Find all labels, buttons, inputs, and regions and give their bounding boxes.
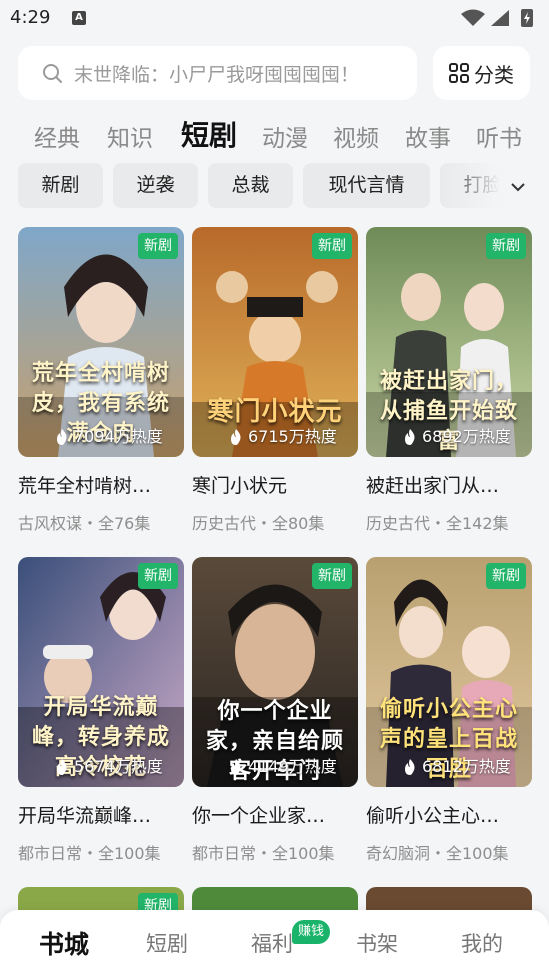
poster[interactable]: 新剧 寒门小状元 6715万热度: [192, 227, 358, 457]
drama-meta: 历史古代・全142集: [366, 514, 509, 533]
poster[interactable]: 新剧 荒年全村啃树皮，我有系统满仓肉 7094万热度: [18, 227, 184, 457]
drama-card[interactable]: 新剧 寒门小状元 6715万热度 寒门小状元 历史古代・全80集: [192, 227, 358, 534]
chevron-down-icon[interactable]: [502, 175, 532, 199]
tab-video[interactable]: 视频: [333, 119, 379, 153]
drama-card[interactable]: 新剧 被赶出家门，从捕鱼开始致富 6892万热度 被赶出家门从… 历史古代・全1…: [366, 227, 532, 534]
drama-title[interactable]: 开局华流巅峰…: [18, 801, 178, 828]
category-label: 分类: [474, 63, 514, 87]
nav-bookshelf[interactable]: 书架: [356, 928, 398, 958]
chip-modern-romance[interactable]: 现代言情: [303, 163, 430, 208]
drama-meta: 奇幻脑洞・全100集: [366, 844, 509, 863]
drama-title[interactable]: 被赶出家门从…: [366, 471, 526, 498]
search-bar[interactable]: 末世降临：小尸尸我呀囤囤囤囤！: [18, 46, 417, 100]
search-placeholder: 末世降临：小尸尸我呀囤囤囤囤！: [74, 64, 360, 86]
tab-classic[interactable]: 经典: [34, 119, 80, 153]
heat-count: 7094万热度: [74, 427, 163, 446]
drama-title[interactable]: 偷听小公主心…: [366, 801, 526, 828]
nav-bookstore[interactable]: 书城: [39, 925, 89, 961]
tab-story[interactable]: 故事: [405, 119, 451, 153]
drama-card[interactable]: 新剧 荒年全村啃树皮，我有系统满仓肉 7094万热度 荒年全村啃树… 古风权谋・…: [18, 227, 184, 534]
poster[interactable]: 新剧 被赶出家门，从捕鱼开始致富 6892万热度: [366, 227, 532, 457]
nav-short-drama[interactable]: 短剧: [146, 928, 188, 958]
tab-short-drama[interactable]: 短剧: [181, 114, 237, 154]
search-icon: [43, 64, 62, 83]
status-time: 4:29: [10, 7, 51, 28]
heat-count: 4149万热度: [248, 757, 337, 776]
status-bar: 4:29 A: [0, 0, 549, 36]
flame-icon: [231, 429, 241, 445]
nav-me[interactable]: 我的: [461, 928, 503, 958]
new-badge: 新剧: [138, 563, 178, 589]
poster[interactable]: 新剧 开局华流巅峰，转身养成高冷校花 5674万热度: [18, 557, 184, 787]
new-badge: 新剧: [312, 233, 352, 259]
earn-badge: 赚钱: [292, 920, 331, 944]
wifi-icon: [461, 9, 485, 26]
chip-ceo[interactable]: 总裁: [208, 163, 293, 208]
drama-card[interactable]: 新剧 你一个企业家，亲自给顾客开车门 4149万热度 你一个企业家… 都市日常・…: [192, 557, 358, 864]
nav-benefits[interactable]: 福利: [251, 928, 293, 958]
bottom-nav: 书城 短剧 福利 书架 我的: [0, 910, 549, 977]
drama-title[interactable]: 寒门小状元: [192, 471, 352, 498]
main-tabs: 经典 知识 短剧 动漫 视频 故事 听书: [0, 112, 549, 160]
drama-title[interactable]: 你一个企业家…: [192, 801, 352, 828]
new-badge: 新剧: [138, 233, 178, 259]
chip-comeback[interactable]: 逆袭: [113, 163, 198, 208]
drama-card[interactable]: 新剧 偷听小公主心声的皇上百战百胜 6812万热度 偷听小公主心… 奇幻脑洞・全…: [366, 557, 532, 864]
tab-audiobook[interactable]: 听书: [476, 119, 522, 153]
flame-icon: [57, 759, 67, 775]
flame-icon: [405, 429, 415, 445]
heat-count: 6812万热度: [422, 757, 511, 776]
flame-icon: [57, 429, 67, 445]
new-badge: 新剧: [486, 563, 526, 589]
heat-count: 6892万热度: [422, 427, 511, 446]
drama-meta: 都市日常・全100集: [192, 844, 335, 863]
grid-icon: [449, 63, 469, 83]
drama-meta: 历史古代・全80集: [192, 514, 325, 533]
drama-title[interactable]: 荒年全村啃树…: [18, 471, 178, 498]
drama-meta: 都市日常・全100集: [18, 844, 161, 863]
genre-chips: 新剧 逆袭 总裁 现代言情 打脸: [0, 163, 500, 209]
chip-new[interactable]: 新剧: [18, 163, 103, 208]
status-icons: [461, 9, 533, 27]
category-button[interactable]: 分类: [433, 46, 530, 100]
poster[interactable]: 新剧 偷听小公主心声的皇上百战百胜 6812万热度: [366, 557, 532, 787]
heat-count: 6715万热度: [248, 427, 337, 446]
heat-count: 5674万热度: [74, 757, 163, 776]
flame-icon: [405, 759, 415, 775]
new-badge: 新剧: [312, 563, 352, 589]
tab-anime[interactable]: 动漫: [262, 119, 308, 153]
tab-knowledge[interactable]: 知识: [107, 119, 153, 153]
drama-card[interactable]: 新剧 开局华流巅峰，转身养成高冷校花 5674万热度 开局华流巅峰… 都市日常・…: [18, 557, 184, 864]
poster[interactable]: 新剧 你一个企业家，亲自给顾客开车门 4149万热度: [192, 557, 358, 787]
notification-icon: A: [72, 11, 86, 25]
signal-icon: [491, 10, 509, 26]
new-badge: 新剧: [486, 233, 526, 259]
flame-icon: [231, 759, 241, 775]
drama-meta: 古风权谋・全76集: [18, 514, 151, 533]
